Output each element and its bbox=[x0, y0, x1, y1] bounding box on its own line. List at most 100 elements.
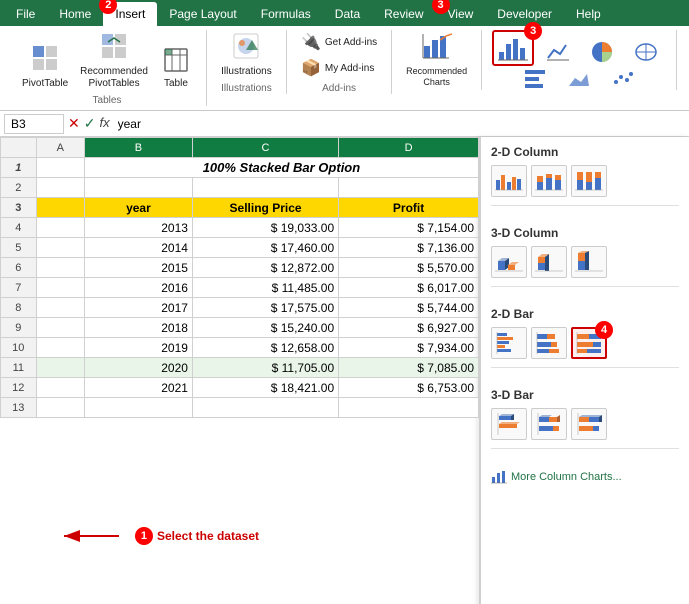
cell-6c[interactable]: $ 12,872.00 bbox=[192, 258, 338, 278]
table-button[interactable]: Table bbox=[156, 46, 196, 92]
3d-100pct-stacked-bar-chart[interactable] bbox=[571, 408, 607, 440]
col-header-d[interactable]: D bbox=[339, 138, 479, 158]
3d-stacked-column-chart[interactable] bbox=[531, 246, 567, 278]
cell-7c[interactable]: $ 11,485.00 bbox=[192, 278, 338, 298]
insert-bar-chart-button[interactable] bbox=[515, 68, 555, 90]
stacked-column-chart[interactable] bbox=[531, 165, 567, 197]
cell-12c[interactable]: $ 18,421.00 bbox=[192, 378, 338, 398]
empty-2b bbox=[84, 178, 192, 198]
tab-data[interactable]: Data bbox=[323, 2, 372, 26]
pivottable-button[interactable]: PivotTable bbox=[18, 42, 72, 92]
clustered-column-chart[interactable] bbox=[491, 165, 527, 197]
empty-2d bbox=[339, 178, 479, 198]
ribbon-group-illustrations: Illustrations Illustrations bbox=[207, 30, 287, 94]
3d-stacked-bar-chart[interactable] bbox=[531, 408, 567, 440]
cell-8a bbox=[36, 298, 84, 318]
chart-icons-3d-bar bbox=[491, 408, 679, 440]
cell-7d[interactable]: $ 6,017.00 bbox=[339, 278, 479, 298]
cell-7b[interactable]: 2016 bbox=[84, 278, 192, 298]
3d-100pct-stacked-column-chart[interactable] bbox=[571, 246, 607, 278]
cell-5b[interactable]: 2014 bbox=[84, 238, 192, 258]
col-header-c[interactable]: C bbox=[192, 138, 338, 158]
cell-5a bbox=[36, 238, 84, 258]
tab-pagelayout[interactable]: Page Layout bbox=[157, 2, 248, 26]
tab-help[interactable]: Help bbox=[564, 2, 613, 26]
insert-pie-chart-button[interactable] bbox=[582, 38, 622, 66]
my-addins-label: My Add-ins bbox=[325, 63, 374, 74]
col-header-a[interactable]: A bbox=[36, 138, 84, 158]
recommended-charts-label: RecommendedCharts bbox=[406, 66, 467, 88]
header-profit[interactable]: Profit bbox=[339, 198, 479, 218]
cell-5c[interactable]: $ 17,460.00 bbox=[192, 238, 338, 258]
cell-6d[interactable]: $ 5,570.00 bbox=[339, 258, 479, 278]
tab-developer[interactable]: Developer bbox=[485, 2, 564, 26]
cell-12d[interactable]: $ 6,753.00 bbox=[339, 378, 479, 398]
insert-area-chart-button[interactable] bbox=[559, 68, 599, 90]
tab-review[interactable]: Review bbox=[372, 2, 435, 26]
tab-insert[interactable]: Insert 2 bbox=[103, 2, 157, 26]
insert-scatter-chart-button[interactable] bbox=[603, 68, 643, 90]
recommended-charts-button[interactable]: RecommendedCharts bbox=[402, 30, 471, 90]
cancel-icon[interactable]: ✕ bbox=[68, 115, 80, 132]
cell-8d[interactable]: $ 5,744.00 bbox=[339, 298, 479, 318]
ribbon-group-tables: PivotTable RecommendedPivotTables bbox=[8, 30, 207, 106]
tab-home[interactable]: Home bbox=[47, 2, 103, 26]
stacked-bar-chart[interactable] bbox=[531, 327, 567, 359]
cell-4c[interactable]: $ 19,033.00 bbox=[192, 218, 338, 238]
header-year[interactable]: year bbox=[84, 198, 192, 218]
tab-file[interactable]: File bbox=[4, 2, 47, 26]
cell-5d[interactable]: $ 7,136.00 bbox=[339, 238, 479, 258]
tab-formulas[interactable]: Formulas bbox=[249, 2, 323, 26]
100pct-stacked-column-chart[interactable] bbox=[571, 165, 607, 197]
cell-11c[interactable]: $ 11,705.00 bbox=[192, 358, 338, 378]
clustered-bar-chart[interactable] bbox=[491, 327, 527, 359]
confirm-icon[interactable]: ✓ bbox=[84, 115, 96, 132]
100pct-stacked-bar-chart[interactable]: 4 bbox=[571, 327, 607, 359]
cell-4d[interactable]: $ 7,154.00 bbox=[339, 218, 479, 238]
cell-8c[interactable]: $ 17,575.00 bbox=[192, 298, 338, 318]
3d-clustered-column-chart[interactable] bbox=[491, 246, 527, 278]
cell-10b[interactable]: 2019 bbox=[84, 338, 192, 358]
table-row: 10 2019 $ 12,658.00 $ 7,934.00 bbox=[1, 338, 479, 358]
formula-input[interactable]: year bbox=[118, 117, 685, 131]
cell-9d[interactable]: $ 6,927.00 bbox=[339, 318, 479, 338]
section-title-3d-column: 3-D Column bbox=[491, 226, 679, 240]
cell-8b[interactable]: 2017 bbox=[84, 298, 192, 318]
addins-group-label: Add-ins bbox=[322, 83, 356, 94]
section-title-3d-bar: 3-D Bar bbox=[491, 388, 679, 402]
cell-10c[interactable]: $ 12,658.00 bbox=[192, 338, 338, 358]
cell-11d[interactable]: $ 7,085.00 bbox=[339, 358, 479, 378]
cell-11b[interactable]: 2020 bbox=[84, 358, 192, 378]
get-addins-button[interactable]: 🔌 Get Add-ins bbox=[297, 30, 381, 54]
cell-10d[interactable]: $ 7,934.00 bbox=[339, 338, 479, 358]
header-price[interactable]: Selling Price bbox=[192, 198, 338, 218]
cell-12b[interactable]: 2021 bbox=[84, 378, 192, 398]
my-addins-button[interactable]: 📦 My Add-ins bbox=[297, 56, 381, 80]
insert-map-chart-button[interactable] bbox=[626, 38, 666, 66]
tab-view[interactable]: View 3 bbox=[436, 2, 486, 26]
cell-reference[interactable]: B3 bbox=[4, 114, 64, 134]
row-num-3: 3 bbox=[1, 198, 37, 218]
cell-6b[interactable]: 2015 bbox=[84, 258, 192, 278]
recommended-pivottables-label: RecommendedPivotTables bbox=[80, 66, 148, 90]
cell-13d bbox=[339, 398, 479, 418]
insert-line-chart-button[interactable] bbox=[538, 38, 578, 66]
header-empty bbox=[36, 198, 84, 218]
illustrations-button[interactable]: Illustrations bbox=[217, 30, 276, 80]
tab-view-label: View bbox=[448, 7, 474, 21]
cell-9c[interactable]: $ 15,240.00 bbox=[192, 318, 338, 338]
more-column-charts-link[interactable]: More Column Charts... bbox=[491, 469, 679, 485]
cell-9b[interactable]: 2018 bbox=[84, 318, 192, 338]
3d-clustered-bar-chart[interactable] bbox=[491, 408, 527, 440]
ribbon-group-charts: RecommendedCharts bbox=[392, 30, 482, 90]
panel-more-link-section: More Column Charts... bbox=[481, 461, 689, 493]
panel-section-2d-column: 2-D Column bbox=[481, 137, 689, 218]
cell-4b[interactable]: 2013 bbox=[84, 218, 192, 238]
function-icon[interactable]: fx bbox=[99, 115, 109, 132]
recommended-pivottables-icon bbox=[100, 32, 128, 64]
table-row: 6 2015 $ 12,872.00 $ 5,570.00 bbox=[1, 258, 479, 278]
table-row: 7 2016 $ 11,485.00 $ 6,017.00 bbox=[1, 278, 479, 298]
recommended-pivottables-button[interactable]: RecommendedPivotTables bbox=[76, 30, 152, 92]
empty-2a bbox=[36, 178, 84, 198]
col-header-b[interactable]: B bbox=[84, 138, 192, 158]
